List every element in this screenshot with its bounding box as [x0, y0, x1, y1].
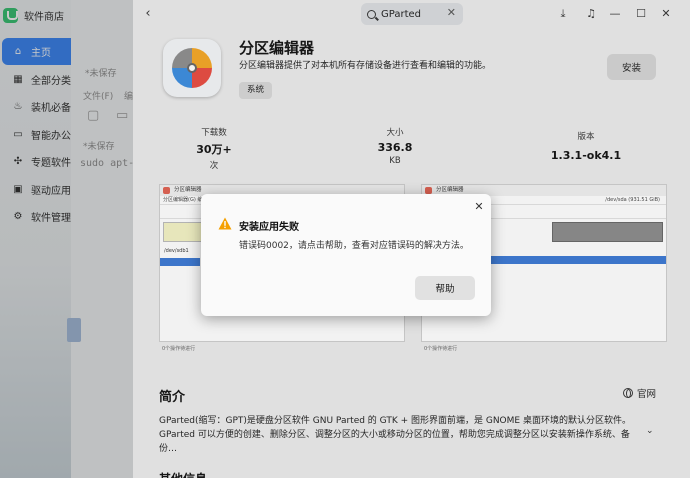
error-dialog: ✕ 安装应用失败 错误码0002，请点击帮助，查看对应错误码的解决方法。 帮助 [201, 194, 491, 316]
dialog-close-button[interactable]: ✕ [472, 200, 486, 214]
dialog-title: 安装应用失败 [239, 222, 299, 233]
dialog-message: 错误码0002，请点击帮助，查看对应错误码的解决方法。 [239, 241, 469, 251]
warning-icon [218, 217, 232, 230]
background-overlay [0, 0, 133, 478]
help-button[interactable]: 帮助 [415, 276, 475, 300]
